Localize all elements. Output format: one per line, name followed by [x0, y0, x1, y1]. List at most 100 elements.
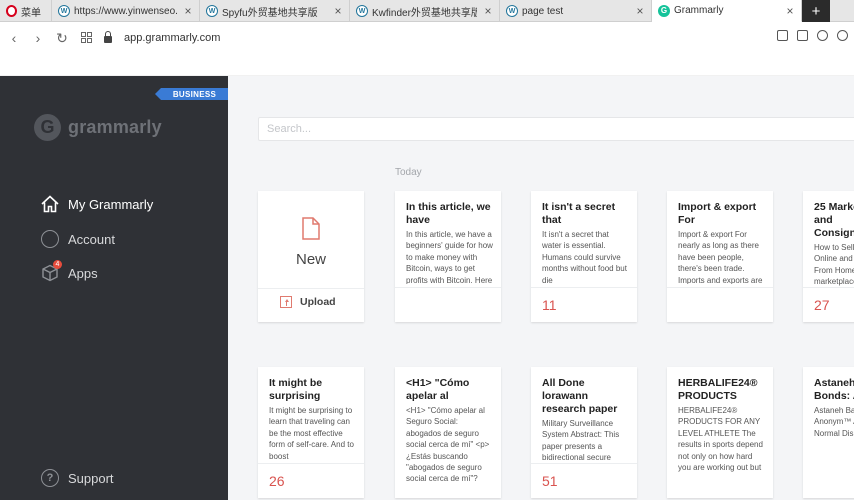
account-icon — [40, 229, 60, 249]
wordpress-icon: W — [206, 5, 218, 17]
back-button[interactable]: ‹ — [2, 30, 26, 46]
tab-label: page test — [522, 5, 564, 17]
forward-button[interactable]: › — [26, 30, 50, 46]
tab-close-icon[interactable]: × — [333, 4, 343, 18]
tab-label: Spyfu外贸基地共享版 — [222, 7, 318, 19]
document-score: 51 — [542, 473, 558, 489]
document-title: It isn't a secret that — [542, 201, 616, 226]
document-snippet: Military Surveillance System Abstract: T… — [542, 419, 620, 462]
sidebar-item-label: Support — [68, 470, 114, 486]
document-card[interactable]: Import & export For Import & export For … — [667, 191, 773, 322]
sidebar-item-apps[interactable]: 4 Apps — [40, 260, 98, 283]
document-title: It might be surprising — [269, 377, 323, 402]
main-content: Today New Upload In this article, we hav… — [228, 76, 854, 500]
home-icon — [40, 194, 60, 214]
apps-icon: 4 — [40, 260, 62, 283]
upload-icon — [280, 296, 292, 308]
sidebar-item-my-grammarly[interactable]: My Grammarly — [40, 194, 153, 214]
document-card[interactable]: All Done lorawann research paper Militar… — [531, 367, 637, 498]
adblock-icon[interactable] — [817, 30, 828, 41]
sidebar-item-label: Apps — [68, 265, 98, 281]
upload-label: Upload — [300, 296, 336, 308]
new-document-label: New — [295, 251, 326, 268]
tab-grammarly[interactable]: G Grammarly × — [652, 0, 802, 22]
sidebar-item-label: My Grammarly — [68, 196, 154, 212]
tab-yinwenseo[interactable]: W https://www.yinwenseo.cn × — [52, 0, 200, 22]
divider — [258, 288, 364, 289]
document-card[interactable]: Astaneh Bail Bonds: Anonym Astaneh Bail … — [803, 367, 854, 498]
wordpress-icon: W — [356, 5, 368, 17]
divider — [531, 287, 637, 288]
camera-icon[interactable] — [797, 30, 808, 41]
upload-button[interactable]: Upload — [280, 296, 336, 308]
document-score: 11 — [542, 297, 557, 313]
divider — [667, 287, 773, 288]
document-snippet: It might be surprising to learn that tra… — [269, 406, 354, 460]
document-snippet: It isn't a secret that water is essentia… — [542, 230, 627, 284]
tab-label: Grammarly — [674, 5, 724, 16]
download-icon[interactable] — [837, 30, 848, 41]
new-document-card[interactable]: New Upload — [258, 191, 364, 322]
tab-close-icon[interactable]: × — [785, 4, 795, 18]
divider — [395, 287, 501, 288]
document-title: <H1> "Cómo apelar al — [406, 377, 470, 402]
divider — [258, 463, 364, 464]
url-text: app.grammarly.com — [124, 32, 221, 44]
url-field[interactable]: app.grammarly.com — [104, 30, 221, 44]
help-icon: ? — [40, 468, 60, 488]
address-bar-actions — [777, 30, 848, 41]
tab-kwfinder[interactable]: W Kwfinder外贸基地共享版 × — [350, 0, 500, 22]
opera-icon — [6, 5, 17, 17]
browser-tab-strip: 菜单 W https://www.yinwenseo.cn × W Spyfu外… — [0, 0, 854, 22]
address-bar: ‹ › ↻ app.grammarly.com — [0, 23, 854, 53]
document-score: 27 — [814, 297, 830, 313]
tab-page-test[interactable]: W page test × — [500, 0, 652, 22]
document-snippet: <H1> "Cómo apelar al Seguro Social: abog… — [406, 406, 490, 484]
notification-badge: 4 — [53, 260, 62, 269]
divider — [531, 463, 637, 464]
share-icon[interactable] — [777, 30, 788, 41]
document-snippet: HERBALIFE24® PRODUCTS FOR ANY LEVEL ATHL… — [678, 406, 763, 473]
tab-label: 菜单 — [21, 7, 41, 19]
document-snippet: In this article, we have a beginners' gu… — [406, 230, 493, 284]
search-input[interactable] — [258, 117, 854, 141]
document-card[interactable]: <H1> "Cómo apelar al <H1> "Cómo apelar a… — [395, 367, 501, 498]
lock-icon — [104, 30, 112, 43]
new-document-icon — [302, 217, 320, 240]
divider — [803, 287, 854, 288]
document-card[interactable]: 25 Marketplaces and Consignment Stores H… — [803, 191, 854, 322]
tabs-grid-icon[interactable] — [74, 30, 98, 46]
grammarly-icon: G — [658, 4, 670, 17]
document-card[interactable]: In this article, we have In this article… — [395, 191, 501, 322]
wordpress-icon: W — [506, 5, 518, 17]
document-title: Import & export For — [678, 201, 757, 226]
wordpress-icon: W — [58, 5, 70, 17]
grid-icon — [80, 32, 92, 43]
tab-close-icon[interactable]: × — [183, 4, 193, 18]
sidebar-item-account[interactable]: Account — [40, 229, 115, 249]
document-card[interactable]: HERBALIFE24® PRODUCTS HERBALIFE24® PRODU… — [667, 367, 773, 498]
tab-close-icon[interactable]: × — [483, 4, 493, 18]
grammarly-logo-icon: G — [34, 114, 61, 141]
new-tab-button[interactable]: + — [802, 0, 830, 22]
document-title: Astaneh Bail Bonds: Anonym — [814, 377, 854, 402]
document-snippet: How to Sell Clothes Online and Make Mone… — [814, 243, 854, 286]
grammarly-logo[interactable]: G grammarly — [34, 114, 162, 141]
document-title: All Done lorawann research paper — [542, 377, 618, 415]
brand-name: grammarly — [68, 117, 162, 137]
document-card[interactable]: It isn't a secret that It isn't a secret… — [531, 191, 637, 322]
sidebar-item-support[interactable]: ? Support — [40, 468, 114, 488]
document-snippet: Import & export For nearly as long as th… — [678, 230, 763, 284]
document-title: In this article, we have — [406, 201, 491, 226]
reload-button[interactable]: ↻ — [50, 30, 74, 47]
business-badge: BUSINESS — [155, 88, 228, 100]
tab-label: Kwfinder外贸基地共享版 — [372, 7, 477, 19]
document-snippet: Astaneh Bail Bonds: Anonym™ Anonym™ Norm… — [814, 406, 854, 438]
tab-opera-menu[interactable]: 菜单 — [0, 0, 52, 22]
document-title: HERBALIFE24® PRODUCTS — [678, 377, 758, 402]
tab-label: https://www.yinwenseo.cn — [74, 5, 177, 17]
sidebar: BUSINESS G grammarly My Grammarly Accoun… — [0, 76, 228, 500]
document-card[interactable]: It might be surprising It might be surpr… — [258, 367, 364, 498]
tab-spyfu[interactable]: W Spyfu外贸基地共享版 × — [200, 0, 350, 22]
tab-close-icon[interactable]: × — [635, 4, 645, 18]
